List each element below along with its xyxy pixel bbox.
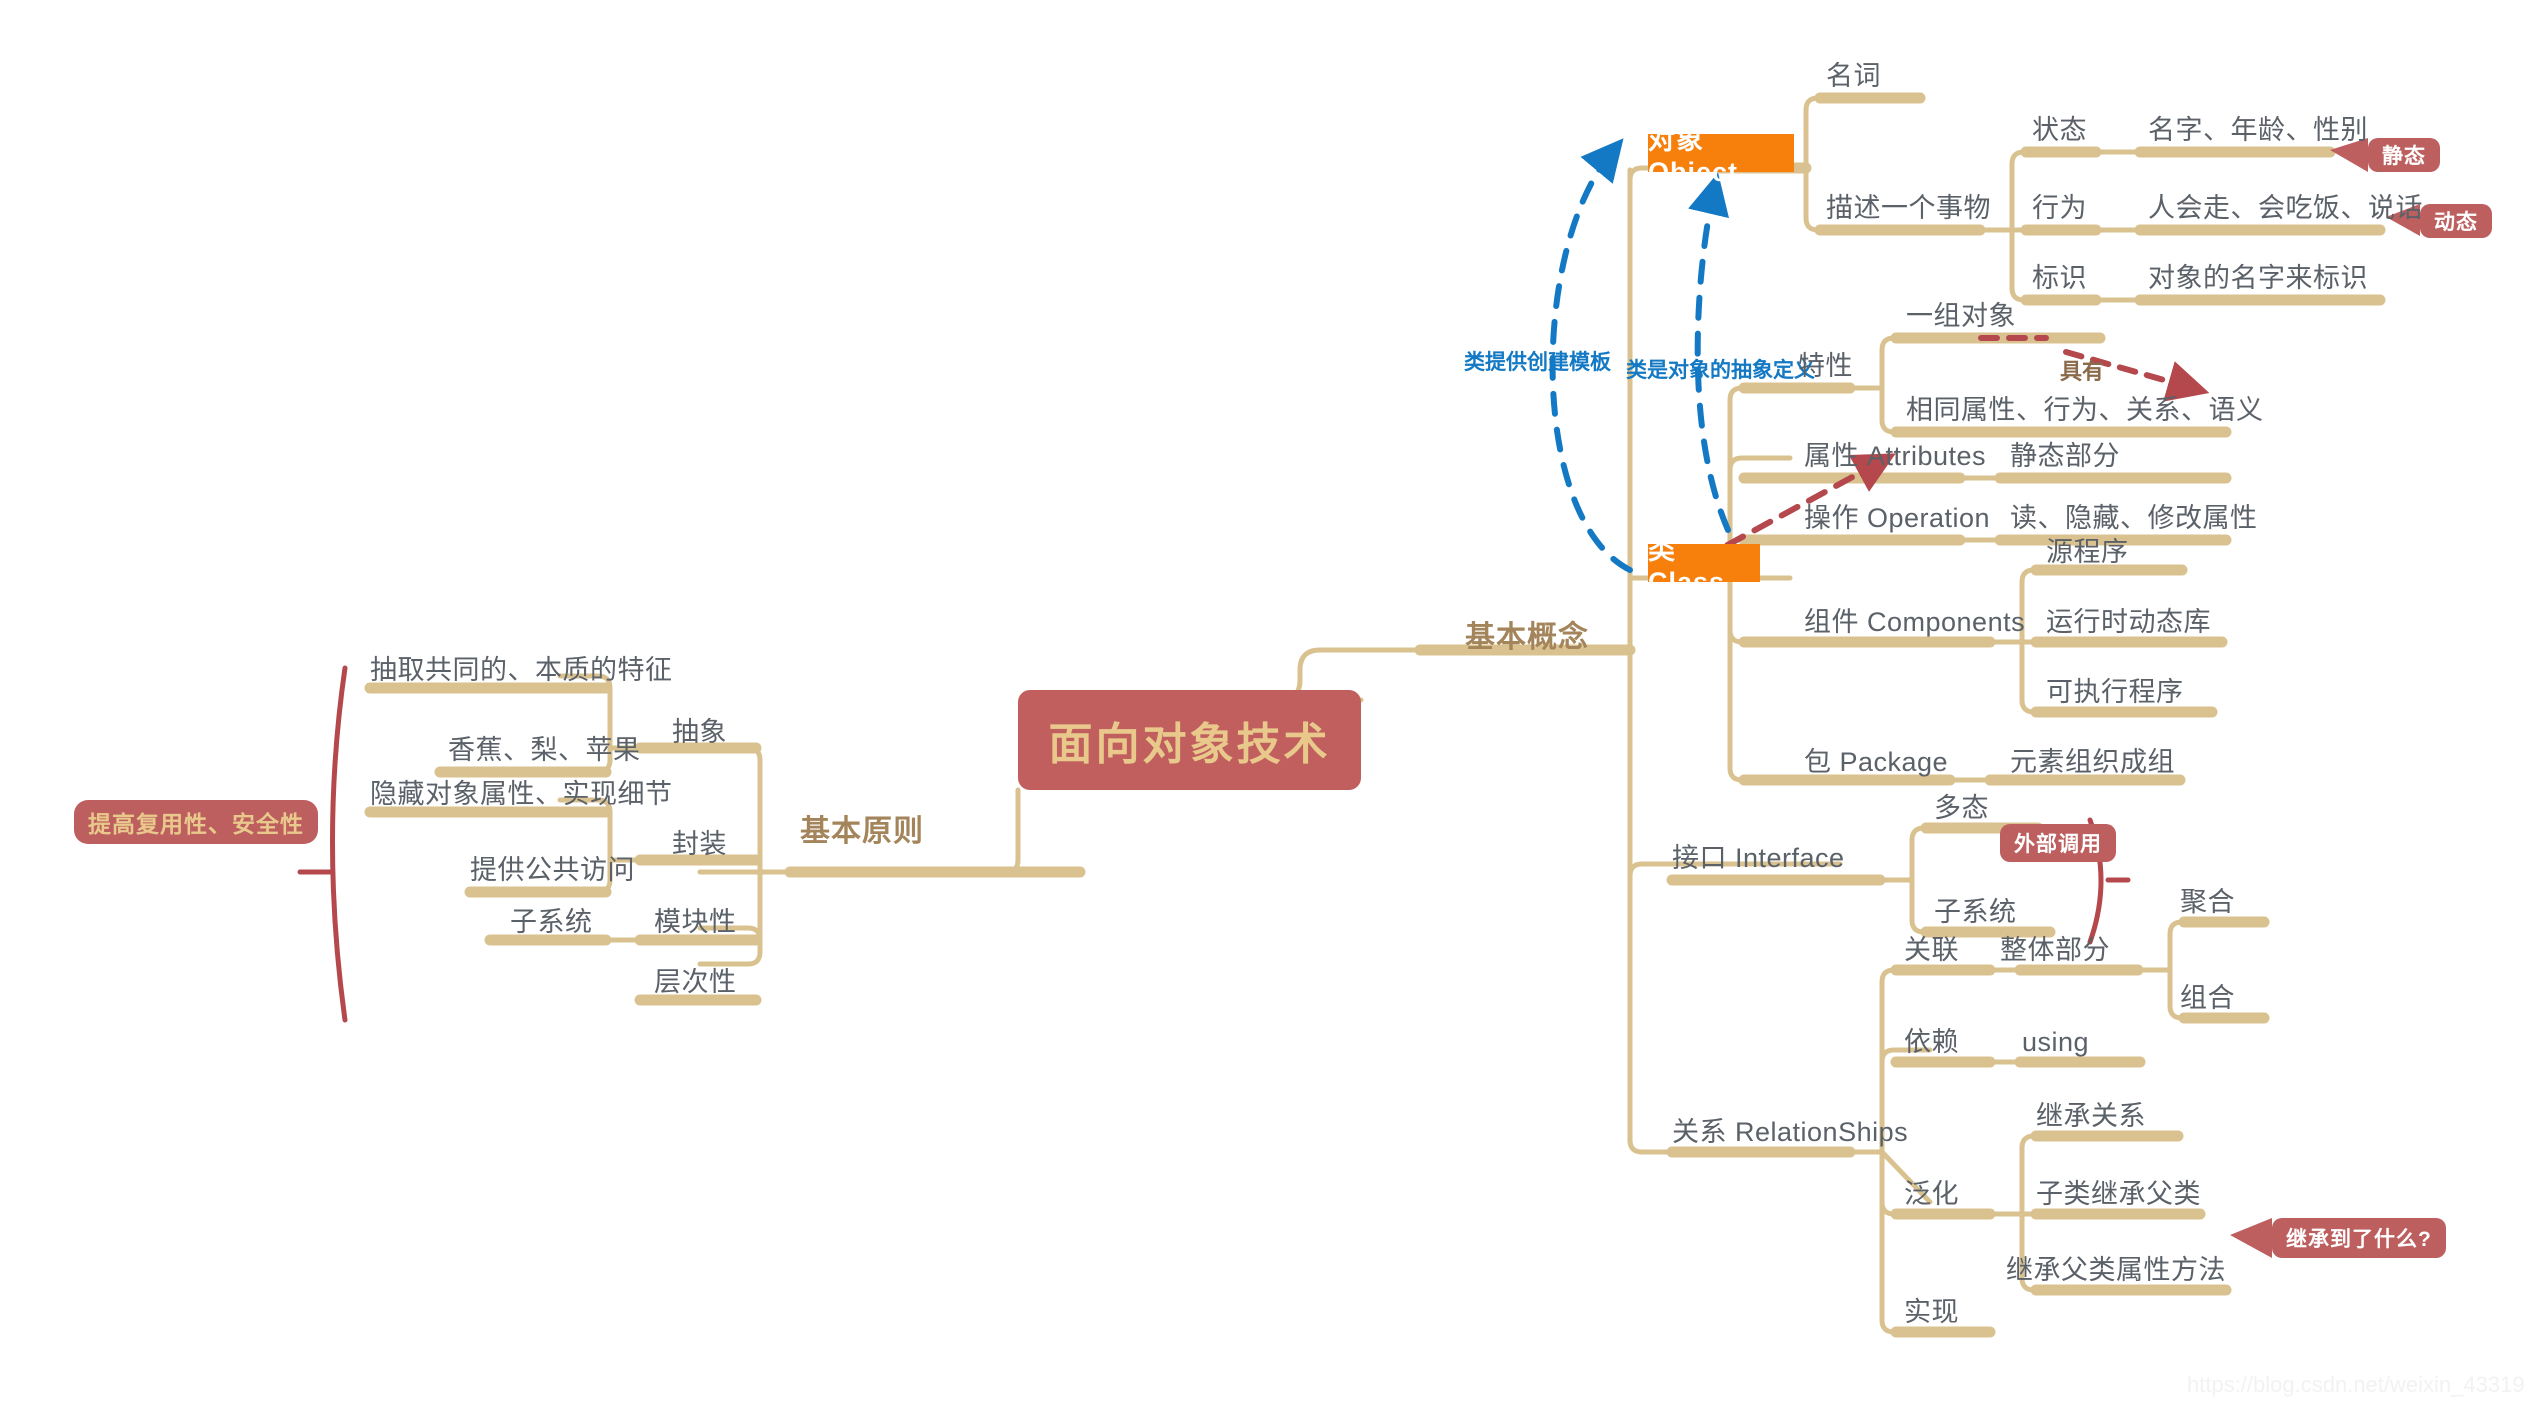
node-package[interactable]: 包 Package xyxy=(1804,747,1948,778)
node-composition[interactable]: 组合 xyxy=(2180,983,2235,1014)
annotation-class-is-abstraction: 类是对象的抽象定义 xyxy=(1626,359,1815,382)
node-abstraction-extract[interactable]: 抽取共同的、本质的特征 xyxy=(370,655,673,686)
node-object[interactable]: 对象 Object xyxy=(1648,125,1794,187)
node-attributes[interactable]: 属性 Attributes xyxy=(1804,441,1986,472)
node-inherit-parent-props[interactable]: 继承父类属性方法 xyxy=(2006,1255,2226,1286)
node-child-inherits-parent[interactable]: 子类继承父类 xyxy=(2036,1179,2201,1210)
node-modularity-subsystem[interactable]: 子系统 xyxy=(510,907,593,938)
node-inheritance-relation[interactable]: 继承关系 xyxy=(2036,1101,2146,1132)
node-aggregation[interactable]: 聚合 xyxy=(2180,887,2235,918)
node-feature[interactable]: 特性 xyxy=(1798,351,1853,382)
node-subsystem-interface[interactable]: 子系统 xyxy=(1934,897,2017,928)
callout-reuse-security[interactable]: 提高复用性、安全性 xyxy=(74,800,318,844)
callout-tail-inherit xyxy=(2230,1218,2272,1258)
node-association[interactable]: 关联 xyxy=(1904,935,1959,966)
node-operation-detail[interactable]: 读、隐藏、修改属性 xyxy=(2010,503,2258,534)
node-components[interactable]: 组件 Components xyxy=(1804,607,2025,638)
central-topic[interactable]: 面向对象技术 xyxy=(1018,690,1361,790)
node-components-runtime-library[interactable]: 运行时动态库 xyxy=(2046,607,2211,638)
node-abstraction-fruit[interactable]: 香蕉、梨、苹果 xyxy=(448,735,641,766)
node-identity[interactable]: 标识 xyxy=(2032,263,2087,294)
callout-inherit-what[interactable]: 继承到了什么? xyxy=(2272,1218,2446,1258)
node-dependency-detail[interactable]: using xyxy=(2022,1027,2089,1058)
node-identity-detail[interactable]: 对象的名字来标识 xyxy=(2148,263,2368,294)
node-describe-thing[interactable]: 描述一个事物 xyxy=(1826,193,1991,224)
node-state[interactable]: 状态 xyxy=(2032,115,2087,146)
callout-external-call[interactable]: 外部调用 xyxy=(2000,824,2116,862)
node-feature-group[interactable]: 一组对象 xyxy=(1906,301,2016,332)
node-abstraction[interactable]: 抽象 xyxy=(672,717,727,748)
node-attributes-detail[interactable]: 静态部分 xyxy=(2010,441,2120,472)
left-bracket xyxy=(330,665,348,1023)
annotation-class-provides-template: 类提供创建模板 xyxy=(1464,351,1611,374)
node-feature-same[interactable]: 相同属性、行为、关系、语义 xyxy=(1906,395,2264,426)
callout-static[interactable]: 静态 xyxy=(2368,138,2440,172)
annotation-have: 具有 xyxy=(2060,359,2105,384)
node-relationships[interactable]: 关系 RelationShips xyxy=(1672,1117,1908,1148)
node-association-detail[interactable]: 整体部分 xyxy=(2000,935,2110,966)
node-dependency[interactable]: 依赖 xyxy=(1904,1027,1959,1058)
node-encapsulation[interactable]: 封装 xyxy=(672,829,727,860)
watermark: https://blog.csdn.net/weixin_43319713 xyxy=(2187,1372,2524,1397)
node-package-detail[interactable]: 元素组织成组 xyxy=(2010,747,2175,778)
node-behavior-detail[interactable]: 人会走、会吃饭、说话 xyxy=(2148,193,2423,224)
branch-label-basic-principles[interactable]: 基本原则 xyxy=(800,806,924,850)
node-components-source[interactable]: 源程序 xyxy=(2046,537,2129,568)
node-encapsulation-hide[interactable]: 隐藏对象属性、实现细节 xyxy=(370,779,673,810)
node-encapsulation-public[interactable]: 提供公共访问 xyxy=(470,855,635,886)
node-class[interactable]: 类 Class xyxy=(1648,535,1760,597)
node-behavior[interactable]: 行为 xyxy=(2032,193,2087,224)
node-generalization[interactable]: 泛化 xyxy=(1904,1179,1959,1210)
node-components-executable[interactable]: 可执行程序 xyxy=(2046,677,2184,708)
node-noun[interactable]: 名词 xyxy=(1826,61,1881,92)
node-state-detail[interactable]: 名字、年龄、性别 xyxy=(2148,115,2368,146)
node-realization[interactable]: 实现 xyxy=(1904,1297,1959,1328)
node-modularity[interactable]: 模块性 xyxy=(654,907,737,938)
branch-label-basic-concepts[interactable]: 基本概念 xyxy=(1465,612,1589,656)
node-interface[interactable]: 接口 Interface xyxy=(1672,843,1845,874)
node-polymorphism[interactable]: 多态 xyxy=(1934,793,1989,824)
callout-dynamic[interactable]: 动态 xyxy=(2420,204,2492,238)
node-operation[interactable]: 操作 Operation xyxy=(1804,503,1990,534)
mindmap-canvas: 面向对象技术 基本概念 基本原则 对象 Object 类 Class 类提供创建… xyxy=(0,0,2524,1414)
node-hierarchy[interactable]: 层次性 xyxy=(654,967,737,998)
